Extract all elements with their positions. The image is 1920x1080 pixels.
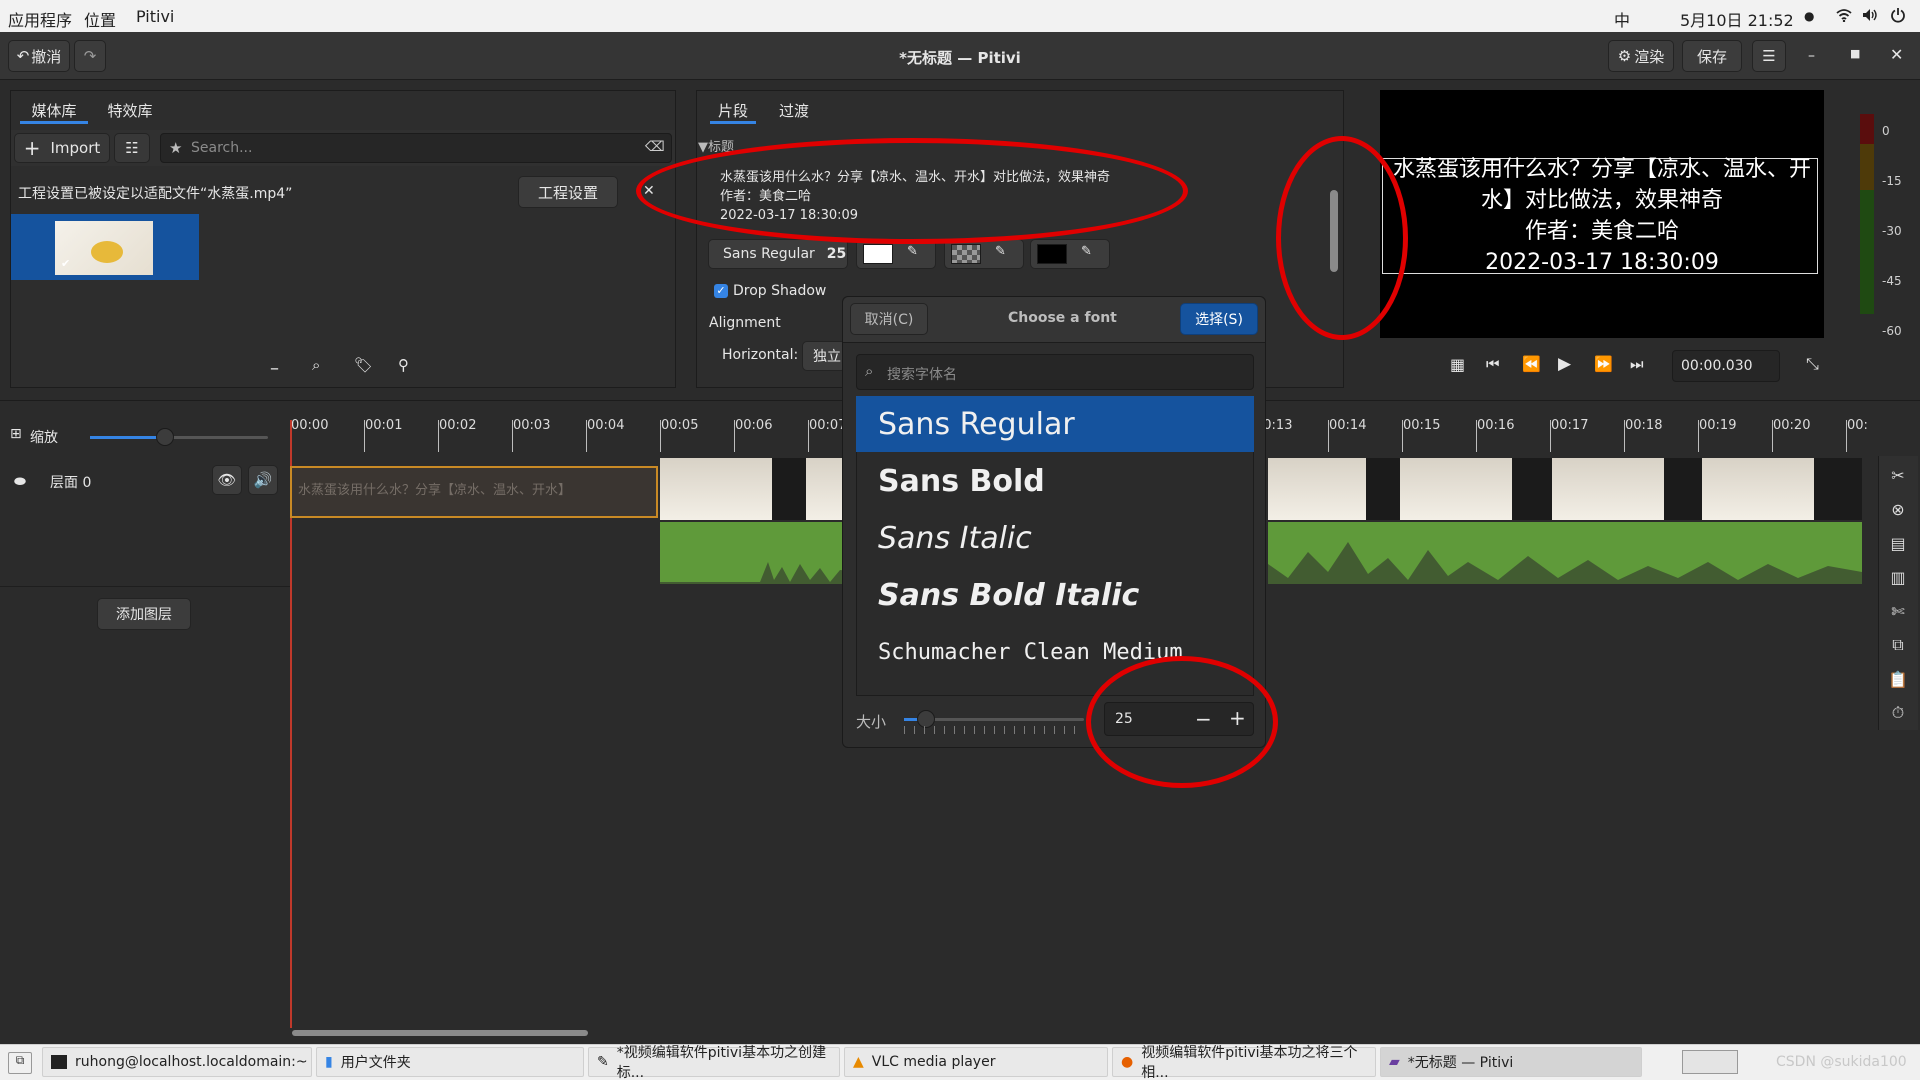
video-clip-right[interactable] bbox=[1268, 458, 1862, 520]
font-size-slider[interactable] bbox=[904, 710, 1084, 734]
font-size-label: 大小 bbox=[856, 713, 887, 731]
annotation-circle-font-size bbox=[1086, 656, 1278, 788]
layer-divider bbox=[0, 586, 290, 587]
font-select-button[interactable]: 选择(S) bbox=[1180, 303, 1258, 335]
video-frame bbox=[660, 458, 772, 520]
timeline-horizontal-scrollbar[interactable] bbox=[292, 1030, 588, 1036]
title-clip[interactable]: 水蒸蛋该用什么水？分享【凉水、温水、开水】 bbox=[290, 466, 658, 518]
split-icon[interactable]: ✂ bbox=[1882, 461, 1914, 489]
font-search-input[interactable]: ⌕ 搜索字体名 bbox=[856, 354, 1254, 390]
font-dialog-title: Choose a font bbox=[1008, 310, 1117, 326]
group-icon[interactable]: ▤ bbox=[1882, 529, 1914, 557]
font-cancel-button[interactable]: 取消(C) bbox=[850, 303, 928, 335]
taskbar-item-editor[interactable]: ✎ *视频编辑软件pitivi基本功之创建标... bbox=[588, 1045, 840, 1080]
font-item-sans-regular[interactable]: Sans Regular bbox=[856, 396, 1254, 452]
taskbar-item-vlc[interactable]: ▲ VLC media player bbox=[844, 1047, 1108, 1077]
title-clip-text: 水蒸蛋该用什么水？分享【凉水、温水、开水】 bbox=[298, 483, 572, 498]
taskbar-item-files[interactable]: ▮ 用户文件夹 bbox=[316, 1047, 584, 1077]
video-frame bbox=[1702, 458, 1814, 520]
font-search-placeholder: 搜索字体名 bbox=[887, 367, 957, 383]
taskbar-item-firefox[interactable]: ● 视频编辑软件pitivi基本功之将三个相... bbox=[1112, 1045, 1376, 1080]
delete-icon[interactable]: ⊗ bbox=[1882, 495, 1914, 523]
layer-visibility-icon[interactable]: 👁 bbox=[212, 465, 242, 495]
audio-clip-left[interactable] bbox=[660, 522, 860, 584]
workspace-switcher[interactable] bbox=[1682, 1050, 1738, 1074]
layer-audio-icon[interactable]: 🔊 bbox=[248, 465, 278, 495]
layer-label: 层面 0 bbox=[50, 475, 92, 491]
show-desktop-icon[interactable]: ⧉ bbox=[8, 1052, 32, 1074]
pitivi-icon: ▰ bbox=[1389, 1054, 1400, 1070]
annotation-circle-scrollbar bbox=[1276, 136, 1408, 340]
search-icon: ⌕ bbox=[865, 362, 874, 380]
audio-clip-right[interactable] bbox=[1268, 522, 1862, 584]
firefox-icon: ● bbox=[1121, 1054, 1134, 1070]
font-item-sans-italic[interactable]: Sans Italic bbox=[856, 510, 1254, 566]
font-item-sans-bold[interactable]: Sans Bold bbox=[856, 453, 1254, 509]
ungroup-icon[interactable]: ▥ bbox=[1882, 563, 1914, 591]
font-item-sans-bold-italic[interactable]: Sans Bold Italic bbox=[856, 567, 1254, 623]
timer-icon[interactable]: ⏱ bbox=[1882, 699, 1914, 727]
video-clip-left[interactable] bbox=[660, 458, 860, 520]
paste-icon[interactable]: 📋 bbox=[1882, 665, 1914, 693]
folder-icon: ▮ bbox=[325, 1054, 333, 1070]
watermark: CSDN @sukida100 bbox=[1776, 1054, 1907, 1070]
video-frame bbox=[1268, 458, 1366, 520]
layer-icon: ⬬ bbox=[14, 474, 26, 490]
copy-icon[interactable]: ⧉ bbox=[1882, 631, 1914, 659]
font-size-slider-marks bbox=[904, 726, 1084, 734]
taskbar-item-terminal[interactable]: ruhong@localhost.localdomain:~ bbox=[42, 1047, 312, 1077]
audio-waveform bbox=[660, 562, 860, 584]
terminal-icon bbox=[51, 1055, 67, 1069]
annotation-circle-title-text bbox=[636, 138, 1188, 244]
add-layer-button[interactable]: 添加图层 bbox=[97, 598, 191, 630]
vlc-icon: ▲ bbox=[853, 1054, 864, 1070]
video-frame bbox=[1400, 458, 1512, 520]
video-frame bbox=[1552, 458, 1664, 520]
taskbar-item-pitivi[interactable]: ▰ *无标题 — Pitivi bbox=[1380, 1047, 1642, 1077]
cut-icon[interactable]: ✄ bbox=[1882, 597, 1914, 625]
audio-waveform bbox=[1268, 542, 1862, 584]
pencil-icon: ✎ bbox=[597, 1054, 609, 1070]
